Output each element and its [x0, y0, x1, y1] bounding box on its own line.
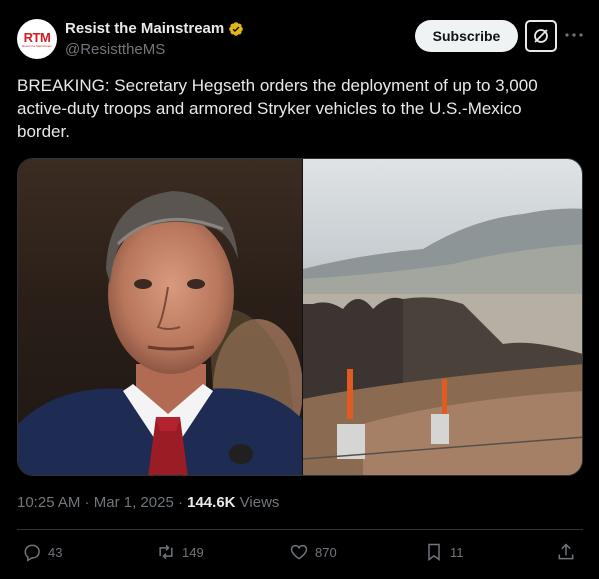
reply-icon	[24, 544, 40, 562]
like-count: 870	[315, 544, 337, 560]
author-handle[interactable]: @ResisttheMS	[65, 41, 165, 58]
tweet-metadata: 10:25 AM · Mar 1, 2025 · 144.6K Views	[17, 494, 279, 511]
subscribe-button[interactable]: Subscribe	[415, 20, 518, 52]
reply-count: 43	[48, 544, 63, 560]
border-wall-illustration	[303, 208, 582, 475]
display-name[interactable]: Resist the Mainstream	[65, 20, 224, 37]
repost-button[interactable]: 149	[156, 542, 204, 562]
verified-badge-icon[interactable]	[228, 21, 244, 37]
views-count: 144.6K	[187, 494, 236, 511]
media-photo-portrait[interactable]	[18, 159, 302, 475]
author-name-row: Resist the Mainstream	[65, 20, 244, 37]
reply-button[interactable]: 43	[22, 542, 62, 562]
avatar-logo-subtext: Resist the Mainstream	[22, 43, 52, 48]
portrait-illustration	[18, 191, 302, 475]
meta-separator: ·	[80, 494, 94, 511]
repost-count: 149	[182, 544, 204, 560]
share-button[interactable]	[556, 542, 576, 562]
tweet-date[interactable]: Mar 1, 2025	[94, 494, 174, 511]
bookmark-icon	[428, 543, 440, 561]
repost-icon	[159, 544, 173, 560]
heart-icon	[290, 544, 308, 560]
avatar[interactable]: RTM Resist the Mainstream	[17, 19, 57, 59]
share-icon	[558, 543, 574, 560]
media-photo-border-wall[interactable]	[302, 159, 582, 475]
grok-icon	[534, 29, 548, 43]
avatar-logo-text: RTM	[23, 29, 51, 45]
views-label: Views	[235, 494, 280, 511]
tweet-time[interactable]: 10:25 AM	[17, 494, 80, 511]
like-button[interactable]: 870	[289, 542, 337, 562]
tweet-media[interactable]	[17, 158, 583, 476]
more-options-button[interactable]	[563, 24, 585, 46]
tweet-card: RTM Resist the Mainstream Resist the Mai…	[0, 0, 599, 579]
meta-separator-2: ·	[173, 494, 188, 511]
grok-button[interactable]	[525, 20, 557, 52]
bookmark-count: 11	[450, 544, 464, 560]
ellipsis-icon	[565, 33, 583, 37]
divider	[17, 529, 583, 530]
bookmark-button[interactable]: 11	[424, 542, 464, 562]
tweet-text: BREAKING: Secretary Hegseth orders the d…	[17, 76, 538, 141]
